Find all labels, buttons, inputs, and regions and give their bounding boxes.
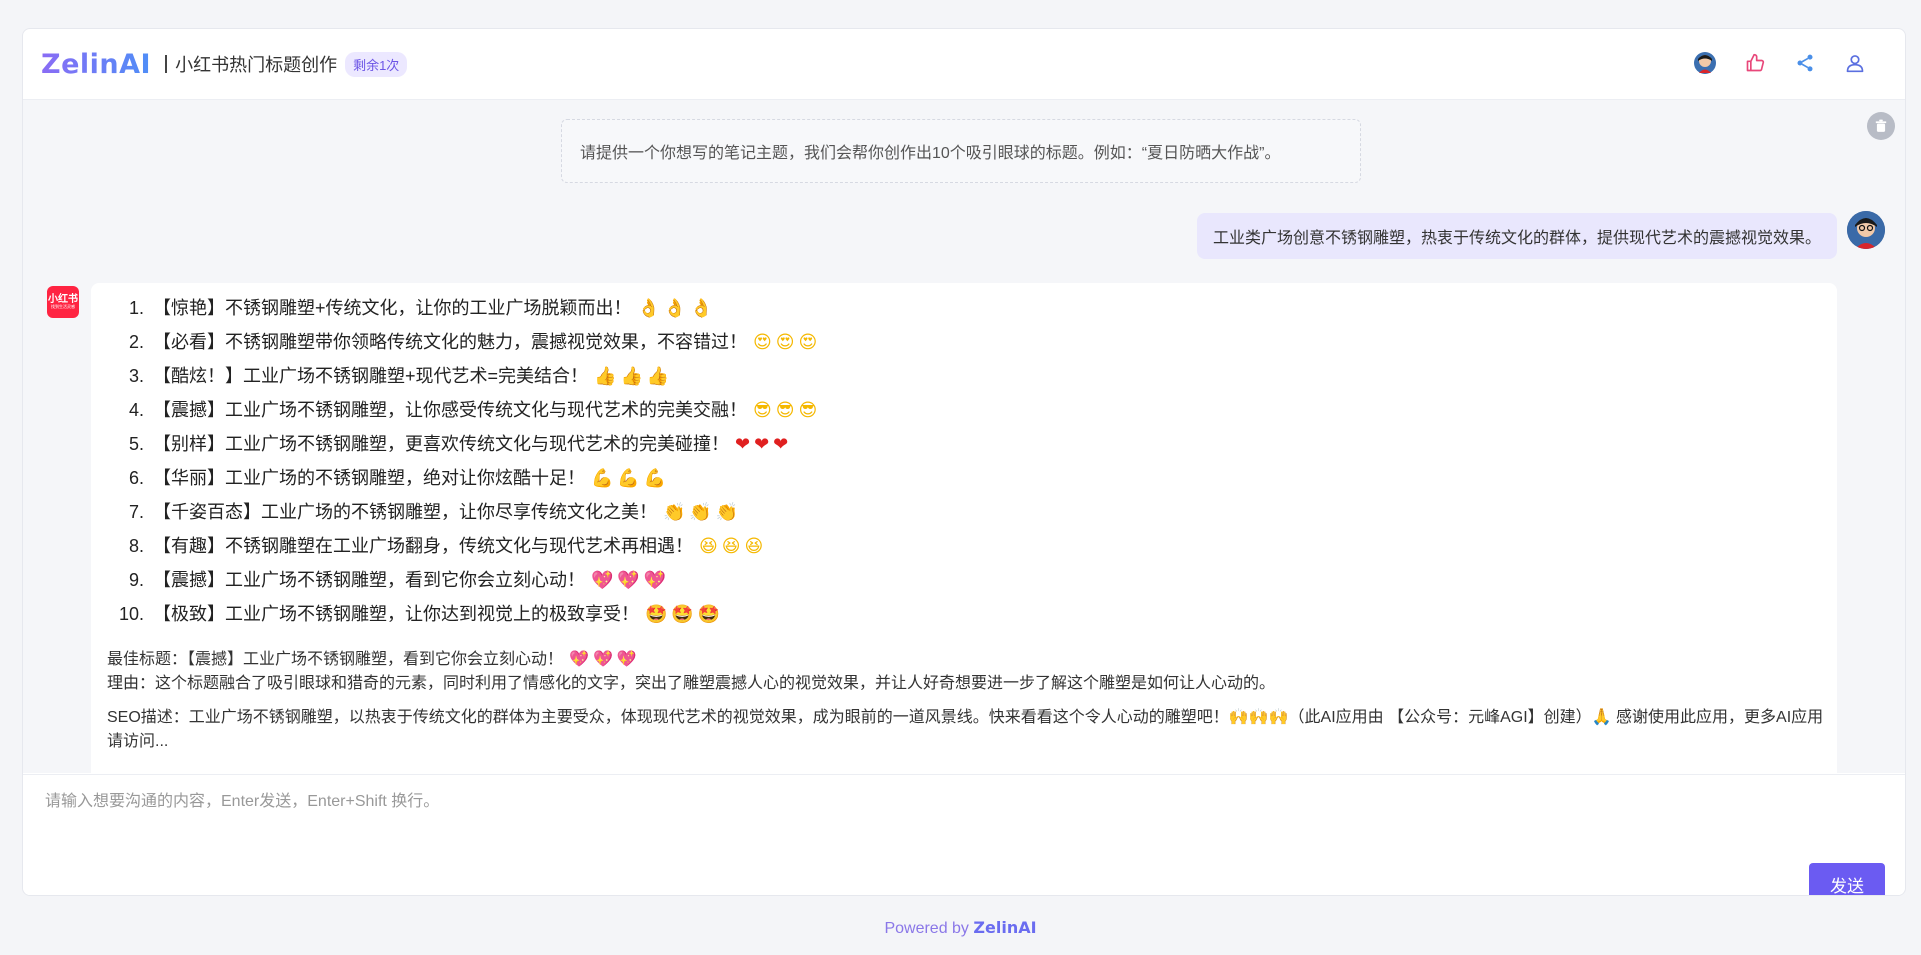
emoji-icon: 💪💪💪 [591, 468, 671, 489]
emoji-icon: 😆😆😆 [699, 536, 768, 557]
app-card: ZelinAI 小红书热门标题创作 剩余1次 请提供一个你想写的笔记主题，我们会… [22, 28, 1906, 896]
header-actions [1691, 49, 1869, 77]
logo: ZelinAI [41, 48, 152, 80]
share-icon[interactable] [1791, 49, 1819, 77]
list-item: 【华丽】工业广场的不锈钢雕塑，绝对让你炫酷十足！💪💪💪 [149, 461, 1821, 495]
list-item: 【千姿百态】工业广场的不锈钢雕塑，让你尽享传统文化之美！👏👏👏 [149, 495, 1821, 529]
reason-text: 理由：这个标题融合了吸引眼球和猎奇的元素，同时利用了情感化的文字，突出了雕塑震撼… [107, 675, 1276, 692]
list-item: 【有趣】不锈钢雕塑在工业广场翻身，传统文化与现代艺术再相遇！😆😆😆 [149, 529, 1821, 563]
send-button[interactable]: 发送 [1809, 863, 1885, 895]
app-title: 小红书热门标题创作 [175, 55, 338, 75]
divider [165, 55, 168, 73]
message-input[interactable] [43, 785, 1747, 849]
clear-chat-button[interactable] [1867, 112, 1895, 140]
emoji-icon: 💖💖💖 [591, 570, 671, 591]
emoji-icon: 💖💖💖 [569, 649, 641, 668]
list-item: 【别样】工业广场不锈钢雕塑，更喜欢传统文化与现代艺术的完美碰撞！❤❤❤ [149, 427, 1821, 461]
remaining-badge: 剩余1次 [345, 51, 408, 77]
emoji-icon: 👍👍👍 [594, 366, 674, 387]
user-message: 工业类广场创意不锈钢雕塑，热衷于传统文化的群体，提供现代艺术的震撼视觉效果。 [1196, 213, 1837, 259]
thumbs-up-icon[interactable] [1741, 49, 1769, 77]
prompt-hint: 请提供一个你想写的笔记主题，我们会帮你创作出10个吸引眼球的标题。例如：“夏日防… [561, 119, 1361, 183]
list-item: 【必看】不锈钢雕塑带你领略传统文化的魅力，震撼视觉效果，不容错过！😍😍😍 [149, 325, 1821, 359]
emoji-icon: ❤❤❤ [735, 434, 793, 455]
list-item: 【震撼】工业广场不锈钢雕塑，看到它你会立刻心动！💖💖💖 [149, 563, 1821, 597]
bot-message: 【惊艳】不锈钢雕塑+传统文化，让你的工业广场脱颖而出！👌👌👌 【必看】不锈钢雕塑… [91, 283, 1837, 773]
emoji-icon: 🤩🤩🤩 [645, 604, 725, 625]
list-item: 【惊艳】不锈钢雕塑+传统文化，让你的工业广场脱颖而出！👌👌👌 [149, 291, 1821, 325]
trash-icon [1875, 119, 1887, 132]
xiaohongshu-avatar: 小红书 找到生活灵感 [47, 286, 79, 318]
input-area: 发送 [23, 774, 1905, 895]
footer: Powered by ZelinAI [0, 918, 1921, 938]
list-item: 【酷炫！】工业广场不锈钢雕塑+现代艺术=完美结合！👍👍👍 [149, 359, 1821, 393]
header: ZelinAI 小红书热门标题创作 剩余1次 [23, 29, 1905, 100]
user-avatar [1847, 211, 1885, 249]
avatar[interactable] [1691, 49, 1719, 77]
emoji-icon: 👌👌👌 [637, 298, 717, 319]
seo-description: SEO描述：工业广场不锈钢雕塑，以热衷于传统文化的群体为主要受众，体现现代艺术的… [107, 709, 1824, 750]
list-item: 【震撼】工业广场不锈钢雕塑，让你感受传统文化与现代艺术的完美交融！😎😎😎 [149, 393, 1821, 427]
emoji-icon: 👏👏👏 [663, 502, 743, 523]
chat-area[interactable]: 请提供一个你想写的笔记主题，我们会帮你创作出10个吸引眼球的标题。例如：“夏日防… [23, 100, 1905, 773]
title-list: 【惊艳】不锈钢雕塑+传统文化，让你的工业广场脱颖而出！👌👌👌 【必看】不锈钢雕塑… [107, 291, 1821, 631]
footer-brand[interactable]: ZelinAI [973, 918, 1036, 937]
best-title: 最佳标题：【震撼】工业广场不锈钢雕塑，看到它你会立刻心动！ 💖💖💖 [107, 649, 641, 668]
powered-by-text: Powered by [884, 920, 969, 937]
list-item: 【极致】工业广场不锈钢雕塑，让你达到视觉上的极致享受！🤩🤩🤩 [149, 597, 1821, 631]
emoji-icon: 😍😍😍 [753, 332, 822, 353]
emoji-icon: 😎😎😎 [753, 400, 822, 421]
bot-avatar-slogan: 找到生活灵感 [51, 304, 75, 310]
user-icon[interactable] [1841, 49, 1869, 77]
